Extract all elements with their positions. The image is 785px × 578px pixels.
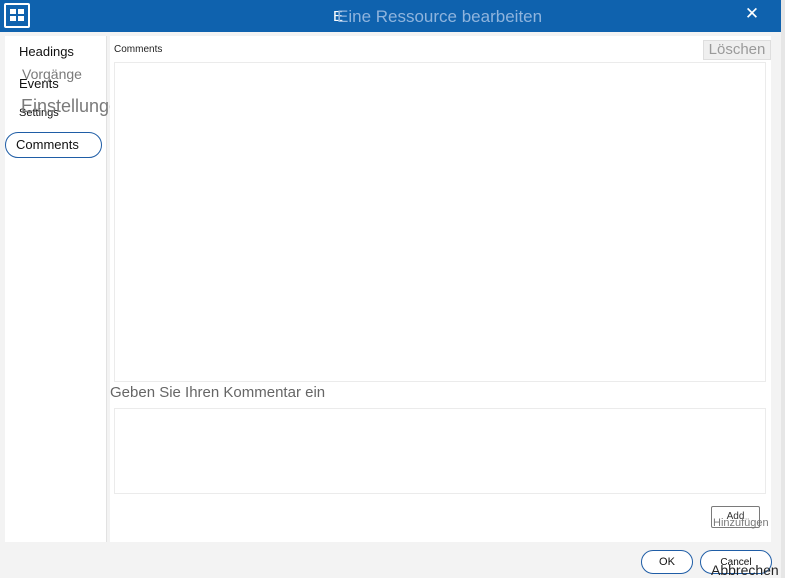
edit-resource-dialog: E Eine Ressource bearbeiten ✕ Headings E…: [0, 0, 781, 578]
comments-panel: Comments Löschen Geben Sie Ihren Komment…: [110, 36, 771, 542]
comments-heading: Comments: [114, 44, 163, 55]
title-bar: E Eine Ressource bearbeiten ✕: [0, 0, 781, 32]
add-button-translation: Hinzufügen: [713, 517, 769, 529]
ok-button[interactable]: OK: [641, 550, 693, 574]
comments-list[interactable]: [114, 62, 766, 382]
sidebar-item-comments[interactable]: Comments: [5, 132, 102, 158]
sidebar-item-events-translation: Vorgänge: [22, 66, 82, 82]
delete-button[interactable]: Löschen: [703, 40, 771, 60]
comment-input[interactable]: [114, 408, 766, 494]
app-grid-icon: [4, 3, 30, 28]
cancel-button-translation: Abbrechen: [711, 562, 779, 578]
sidebar: Headings Events Vorgänge Settings Einste…: [5, 36, 129, 542]
close-icon[interactable]: ✕: [742, 4, 762, 24]
background-window-edge: [781, 0, 785, 578]
window-title: Eine Ressource bearbeiten: [337, 7, 543, 26]
comment-input-label: Geben Sie Ihren Kommentar ein: [110, 384, 326, 401]
sidebar-item-headings[interactable]: Headings: [19, 44, 74, 59]
